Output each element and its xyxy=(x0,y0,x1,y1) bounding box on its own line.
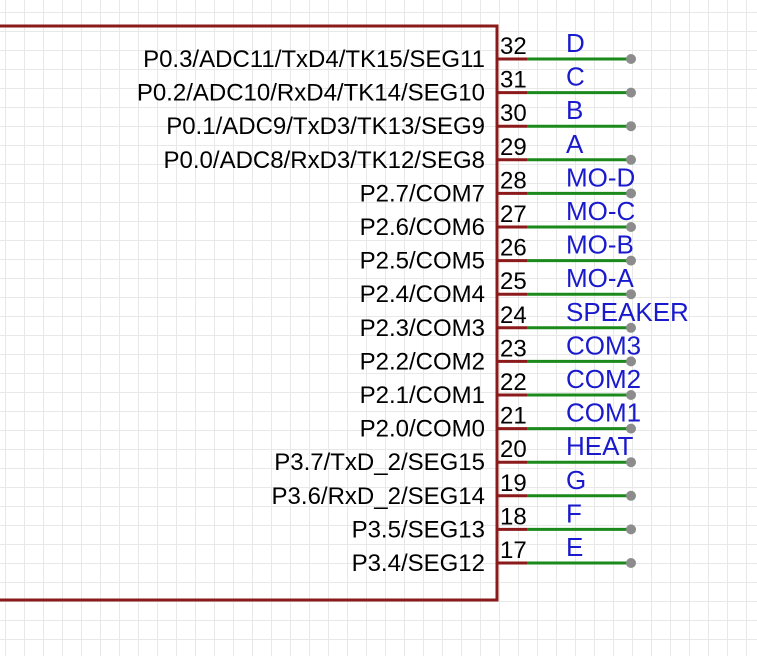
pin-name-label: P2.7/COM7 xyxy=(360,180,485,207)
net-label: F xyxy=(566,498,582,528)
pin-name-label: P2.3/COM3 xyxy=(360,315,485,342)
pin-name-label: P2.5/COM5 xyxy=(360,248,485,275)
pin-name-label: P3.5/SEG13 xyxy=(352,516,485,543)
pin-name-label: P3.4/SEG12 xyxy=(352,550,485,577)
pin-number: 23 xyxy=(500,335,527,362)
pin-number: 28 xyxy=(500,167,527,194)
wire-endpoint-dot xyxy=(626,54,636,64)
wire-endpoint-dot xyxy=(626,457,636,468)
pin-number: 19 xyxy=(500,470,527,497)
pin-number: 21 xyxy=(500,403,527,430)
pin-name-label: P0.3/ADC11/TxD4/TK15/SEG11 xyxy=(143,46,485,73)
pin-name-label: P3.6/RxD_2/SEG14 xyxy=(272,483,485,510)
net-label: COM2 xyxy=(566,364,641,394)
wire-endpoint-dot xyxy=(626,490,636,501)
net-label: B xyxy=(566,95,583,125)
pin-number: 30 xyxy=(500,100,527,127)
pin-name-label: P2.2/COM2 xyxy=(360,348,485,375)
pin-number: 31 xyxy=(500,67,527,94)
pin-number: 22 xyxy=(500,369,527,396)
pin-name-label: P0.2/ADC10/RxD4/TK14/SEG10 xyxy=(137,80,485,107)
pin-number: 25 xyxy=(500,268,527,295)
net-label: C xyxy=(566,62,585,92)
wire-endpoint-dot xyxy=(626,87,636,98)
net-label: HEAT xyxy=(566,431,634,461)
net-label: SPEAKER xyxy=(566,297,689,327)
wire-endpoint-dot xyxy=(626,121,636,132)
net-label: COM1 xyxy=(566,398,641,428)
wire-endpoint-dot xyxy=(626,524,636,535)
pin-number: 29 xyxy=(500,134,527,161)
net-label: A xyxy=(566,129,584,159)
net-label: COM3 xyxy=(566,330,641,360)
pin-name-label: P0.0/ADC8/RxD3/TK12/SEG8 xyxy=(164,147,485,174)
pin-number: 27 xyxy=(500,201,527,228)
pin-number: 20 xyxy=(500,436,527,463)
net-label: MO-A xyxy=(566,263,635,293)
net-label: G xyxy=(566,465,586,495)
schematic-canvas: P0.3/ADC11/TxD4/TK15/SEG11 32 D P0.2/ADC10/… xyxy=(0,24,689,602)
pin-name-label: P0.1/ADC9/TxD3/TK13/SEG9 xyxy=(166,113,485,140)
net-label: D xyxy=(566,28,585,58)
pin-number: 26 xyxy=(500,235,527,262)
pin-name-label: P2.0/COM0 xyxy=(360,416,485,443)
pins-layer: P0.3/ADC11/TxD4/TK15/SEG11 32 D P0.2/ADC10/… xyxy=(137,28,689,577)
pin-number: 18 xyxy=(500,503,527,530)
pin-name-label: P2.4/COM4 xyxy=(360,281,485,308)
pin-row: P0.3/ADC11/TxD4/TK15/SEG11 32 D xyxy=(143,28,636,73)
pin-name-label: P2.1/COM1 xyxy=(360,382,485,409)
pin-name-label: P3.7/TxD_2/SEG15 xyxy=(274,449,485,476)
pin-number: 17 xyxy=(500,537,527,564)
net-label: MO-B xyxy=(566,230,634,260)
pin-number: 32 xyxy=(500,33,527,60)
net-label: MO-D xyxy=(566,162,635,192)
pin-name-label: P2.6/COM6 xyxy=(360,214,485,241)
pin-number: 24 xyxy=(500,302,527,329)
net-label: MO-C xyxy=(566,196,635,226)
wire-endpoint-dot xyxy=(626,558,636,568)
net-label: E xyxy=(566,532,583,562)
ic-body-outline xyxy=(0,24,499,602)
